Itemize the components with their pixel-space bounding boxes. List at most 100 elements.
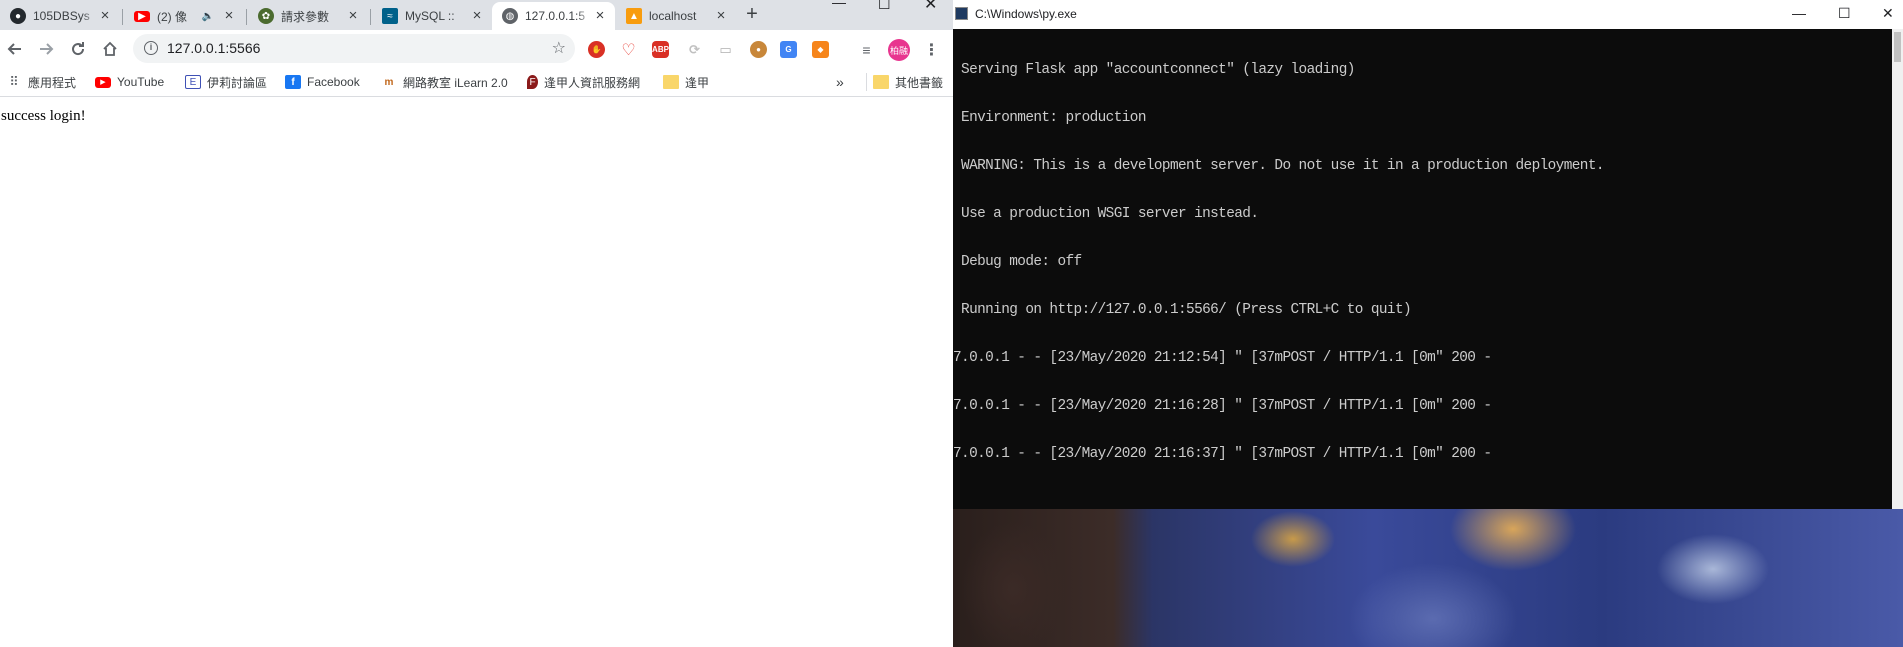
- console-close-button[interactable]: ✕: [1882, 5, 1894, 22]
- bookmark-fcu[interactable]: F 逢甲人資訊服務網: [527, 73, 640, 91]
- success-message: success login!: [1, 108, 86, 124]
- close-icon[interactable]: ×: [470, 8, 484, 23]
- tab-title: localhost: [649, 9, 697, 23]
- bookmark-label: 應用程式: [28, 75, 77, 90]
- tab-mysql[interactable]: ≈ MySQL :: ×: [372, 2, 492, 30]
- close-icon[interactable]: ×: [98, 8, 112, 23]
- console-titlebar: C:\Windows\py.exe — ☐ ✕: [953, 0, 1903, 29]
- adblock-hand-icon[interactable]: ✋: [588, 41, 605, 58]
- close-window-button[interactable]: ✕: [924, 0, 937, 14]
- console-line: 7.0.0.1 - - [23/May/2020 21:16:37] " [37…: [953, 446, 1492, 462]
- address-url[interactable]: 127.0.0.1:5566: [167, 40, 260, 56]
- minimize-button[interactable]: —: [832, 0, 846, 10]
- forward-arrow-icon: [40, 43, 54, 55]
- bookmark-youtube[interactable]: ▶ YouTube: [95, 73, 164, 91]
- metamask-fox-icon[interactable]: ◆: [812, 41, 829, 58]
- address-bar[interactable]: i 127.0.0.1:5566 ☆: [133, 34, 575, 63]
- phpmyadmin-icon: ▲: [626, 8, 642, 24]
- console-line: Serving Flask app "accountconnect" (lazy…: [953, 62, 1355, 78]
- bookmark-apps[interactable]: ⠿ 應用程式: [6, 73, 76, 91]
- bookmark-eyny[interactable]: E 伊莉討論區: [185, 73, 267, 91]
- back-arrow-icon: [7, 43, 21, 55]
- console-line: Debug mode: off: [953, 254, 1082, 270]
- facebook-icon: f: [285, 75, 301, 89]
- speaker-icon[interactable]: 🔈: [202, 11, 214, 22]
- bookmark-folder-fengjia[interactable]: 逢甲: [663, 73, 709, 91]
- page-content: success login!: [0, 97, 953, 647]
- apps-grid-icon: ⠿: [9, 74, 19, 89]
- bookmark-star-icon[interactable]: ☆: [552, 38, 566, 58]
- tab-title: MySQL ::: [405, 9, 455, 23]
- desktop-wallpaper: [953, 509, 1903, 647]
- console-maximize-button[interactable]: ☐: [1838, 5, 1851, 22]
- python-console-icon: [955, 7, 968, 20]
- bookmark-label: 逢甲人資訊服務網: [544, 75, 641, 90]
- new-tab-button[interactable]: +: [741, 4, 763, 26]
- tab-localhost-5566[interactable]: ◍ 127.0.0.1:5 ×: [492, 2, 615, 30]
- forward-button[interactable]: [34, 37, 58, 61]
- heart-icon[interactable]: ♡: [620, 41, 637, 59]
- tab-title: 請求參數: [281, 9, 330, 24]
- flask-icon: ✿: [258, 8, 274, 24]
- youtube-icon: ▶: [134, 10, 150, 22]
- info-icon[interactable]: i: [144, 41, 158, 55]
- tab-youtube[interactable]: ▶ (2) 像 🔈 ×: [124, 2, 244, 30]
- close-icon[interactable]: ×: [222, 8, 236, 23]
- console-line: Use a production WSGI server instead.: [953, 206, 1259, 222]
- console-line: 7.0.0.1 - - [23/May/2020 21:16:28] " [37…: [953, 398, 1492, 414]
- eyny-icon: E: [185, 75, 201, 89]
- close-icon[interactable]: ×: [346, 8, 360, 23]
- console-minimize-button[interactable]: —: [1792, 5, 1806, 21]
- more-menu-icon[interactable]: ⋮: [923, 41, 940, 59]
- adblock-plus-icon[interactable]: ABP: [652, 41, 669, 58]
- browser-window: ● 105DBSys × ▶ (2) 像 🔈 × ✿ 請求參數 × ≈ MySQ…: [0, 0, 953, 647]
- bookmarks-overflow-button[interactable]: »: [836, 73, 844, 91]
- folder-icon: [873, 75, 889, 89]
- back-button[interactable]: [3, 37, 27, 61]
- youtube-icon: ▶: [95, 76, 111, 88]
- console-title: C:\Windows\py.exe: [975, 7, 1077, 21]
- scrollbar-thumb[interactable]: [1894, 32, 1901, 62]
- tab-github[interactable]: ● 105DBSys ×: [0, 2, 120, 30]
- maximize-button[interactable]: ☐: [878, 0, 891, 13]
- media-queue-icon[interactable]: ≡: [858, 41, 875, 58]
- bookmark-ilearn[interactable]: m 網路教室 iLearn 2.0: [381, 73, 508, 91]
- console-line: WARNING: This is a development server. D…: [953, 158, 1604, 174]
- bookmark-label: Facebook: [307, 75, 360, 89]
- close-icon[interactable]: ×: [593, 8, 607, 23]
- bookmark-label: YouTube: [117, 75, 165, 89]
- home-button[interactable]: [98, 37, 122, 61]
- globe-icon: ◍: [502, 8, 518, 24]
- console-scrollbar[interactable]: [1892, 29, 1903, 509]
- github-icon: ●: [10, 8, 26, 24]
- home-icon: [103, 41, 117, 56]
- bookmark-label: 網路教室 iLearn 2.0: [403, 75, 508, 90]
- bookmark-facebook[interactable]: f Facebook: [285, 73, 360, 91]
- tab-phpmyadmin[interactable]: ▲ localhost ×: [616, 2, 736, 30]
- bookmark-label: 逢甲: [685, 75, 710, 90]
- folder-icon: [663, 75, 679, 89]
- mysql-icon: ≈: [382, 8, 398, 24]
- console-line: Running on http://127.0.0.1:5566/ (Press…: [953, 302, 1412, 318]
- tab-flask-docs[interactable]: ✿ 請求參數 ×: [248, 2, 368, 30]
- bookmark-label: 其他書籤: [895, 75, 944, 90]
- bookmark-label: 伊莉討論區: [207, 75, 268, 90]
- console-window: C:\Windows\py.exe — ☐ ✕ Serving Flask ap…: [953, 0, 1903, 509]
- tab-title: (2) 像: [157, 9, 188, 24]
- ticket-icon[interactable]: ▭: [717, 41, 734, 58]
- tab-title: 105DBSys: [33, 9, 90, 23]
- close-icon[interactable]: ×: [714, 8, 728, 23]
- console-line: 7.0.0.1 - - [23/May/2020 21:12:54] " [37…: [953, 350, 1492, 366]
- other-bookmarks[interactable]: 其他書籤: [866, 73, 943, 91]
- profile-avatar[interactable]: 柏融: [888, 39, 910, 61]
- translate-icon[interactable]: G: [780, 41, 797, 58]
- sync-icon[interactable]: ⟳: [686, 41, 703, 58]
- cookie-icon[interactable]: ●: [750, 41, 767, 58]
- reload-icon: [72, 42, 85, 56]
- ilearn-icon: m: [384, 76, 394, 88]
- tab-title: 127.0.0.1:5: [525, 9, 586, 23]
- reload-button[interactable]: [66, 37, 90, 61]
- bookmarks-bar: ⠿ 應用程式 ▶ YouTube E 伊莉討論區 f Facebook m 網路…: [0, 68, 953, 97]
- fcu-icon: F: [527, 75, 538, 89]
- console-output[interactable]: Serving Flask app "accountconnect" (lazy…: [953, 30, 1893, 508]
